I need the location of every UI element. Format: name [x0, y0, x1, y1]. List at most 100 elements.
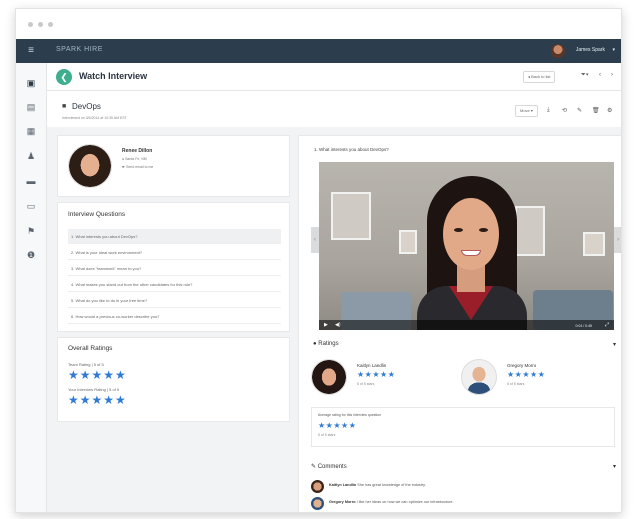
page-header: ❮ Watch Interview ◂ Back to list ⏷▾ ‹ ›	[47, 63, 621, 91]
question-item[interactable]: 2. What is your ideal work environment?	[68, 245, 281, 260]
prev-question-arrow-icon[interactable]: ‹	[311, 227, 319, 253]
user-avatar[interactable]	[551, 44, 565, 58]
wall-frame-small	[399, 230, 417, 254]
your-rating-label: Your Interview Rating | 5 of 5	[68, 387, 120, 392]
download-icon[interactable]: ⤓	[547, 107, 550, 114]
share-icon[interactable]: ⟲	[562, 107, 567, 114]
menu-icon[interactable]: ≡	[25, 45, 37, 57]
question-item[interactable]: 6. How would a previous co-worker descri…	[68, 309, 281, 324]
window-dot-close[interactable]	[28, 22, 33, 27]
comment-body: She has great knowledge of the industry.	[357, 483, 426, 487]
interview-questions-title: Interview Questions	[68, 211, 126, 218]
comment-avatar	[311, 497, 324, 510]
comments-collapse-icon[interactable]: ▾	[613, 463, 616, 470]
rater-avatar	[311, 359, 347, 395]
video-player[interactable]: ▶ ◀) 0:04 / 0:45 ⤢	[319, 162, 614, 330]
window-dot-minimize[interactable]	[38, 22, 43, 27]
wall-frame-left	[331, 192, 371, 240]
video-time: 0:04 / 0:45	[575, 324, 592, 328]
window-dot-maximize[interactable]	[48, 22, 53, 27]
team-rating-stars: ★★★★★	[68, 368, 127, 382]
overall-ratings-title: Overall Ratings	[68, 345, 113, 352]
brand-logo[interactable]: SPARK HIRE	[56, 46, 103, 53]
rater-name: Kaitlyn Landlin	[357, 363, 387, 368]
back-arrow-icon[interactable]: ❮	[56, 69, 72, 85]
sidebar-jobs-icon[interactable]: ▤	[25, 101, 37, 113]
move-select[interactable]: Move ▾	[515, 105, 538, 117]
main-content: Renee Dillon ● Santa Fe, NM ☛ Send email…	[47, 127, 621, 512]
sidebar-calendar-icon[interactable]: ▦	[25, 125, 37, 137]
average-rating-label: Average rating for this interview questi…	[318, 413, 382, 417]
sidebar: ▣ ▤ ▦ ♟ ▬ ▭ ⚑ ❶	[16, 63, 47, 512]
person-face	[443, 198, 499, 270]
sidebar-folder-icon[interactable]: ▬	[25, 175, 37, 187]
wall-frame-right	[515, 206, 545, 256]
next-question-arrow-icon[interactable]: ›	[614, 227, 621, 253]
back-to-list-button[interactable]: ◂ Back to list	[523, 71, 556, 83]
comments-title-text: Comments	[317, 464, 347, 470]
rater-sub: 5 of 5 stars	[507, 382, 525, 386]
video-question-title: 1. What interests you about DevOps?	[314, 147, 389, 152]
question-item[interactable]: 5. What do you like to do in your free t…	[68, 293, 281, 308]
overall-ratings-card: Overall Ratings Team Rating | 5 of 5 ★★★…	[57, 337, 290, 422]
wall-frame-far-right	[583, 232, 605, 256]
prev-interview-icon[interactable]: ‹	[599, 72, 601, 78]
ratings-title-text: Ratings	[318, 341, 339, 347]
briefcase-icon: ■	[62, 103, 67, 110]
candidate-name: Renee Dillon	[122, 148, 153, 154]
next-interview-icon[interactable]: ›	[611, 72, 613, 78]
comment-text: Kaitlyn Landlin She has great knowledge …	[329, 483, 426, 487]
rater-avatar	[461, 359, 497, 395]
question-item[interactable]: 4. What makes you stand out from the oth…	[68, 277, 281, 292]
question-item[interactable]: 1. What interests you about DevOps?	[68, 229, 281, 244]
team-rating-label: Team Rating | 5 of 5	[68, 362, 104, 367]
candidate-card: Renee Dillon ● Santa Fe, NM ☛ Send email…	[57, 135, 290, 197]
sidebar-dashboard-icon[interactable]: ▣	[25, 77, 37, 89]
rater-stars: ★★★★★	[507, 370, 546, 379]
comment-avatar	[311, 480, 324, 493]
person-eye-right	[479, 228, 488, 232]
average-rating-box: Average rating for this interview questi…	[311, 407, 615, 447]
rater-sub: 5 of 5 stars	[357, 382, 375, 386]
video-controls: ▶ ◀) 0:04 / 0:45 ⤢	[319, 320, 614, 330]
your-rating-stars[interactable]: ★★★★★	[68, 394, 127, 406]
average-rating-stars: ★★★★★	[318, 421, 357, 430]
ratings-collapse-icon[interactable]: ▾	[613, 341, 616, 348]
top-navbar: ≡ SPARK HIRE James Spark ▾	[16, 39, 621, 63]
sidebar-flag-icon[interactable]: ⚑	[25, 225, 37, 237]
user-name[interactable]: James Spark	[576, 47, 605, 53]
rater-stars: ★★★★★	[357, 370, 396, 379]
volume-icon[interactable]: ◀)	[335, 322, 341, 328]
comment-author: Gregory Morro	[329, 500, 356, 504]
candidate-avatar	[68, 144, 112, 188]
app-window: ≡ SPARK HIRE James Spark ▾ ▣ ▤ ▦ ♟ ▬ ▭ ⚑…	[15, 8, 622, 513]
window-chrome	[16, 9, 621, 39]
candidate-location: ● Santa Fe, NM	[122, 157, 147, 161]
edit-icon[interactable]: ✎	[577, 107, 582, 114]
comments-title: ✎ Comments	[311, 464, 347, 470]
rater-name: Gregory Morro	[507, 363, 537, 368]
comment-text: Gregory Morro I like her ideas on how we…	[329, 500, 454, 504]
sidebar-people-icon[interactable]: ♟	[25, 150, 37, 162]
user-menu-caret-icon[interactable]: ▾	[612, 47, 615, 53]
person-eye-left	[454, 228, 463, 232]
comment-author: Kaitlyn Landlin	[329, 483, 357, 487]
question-item[interactable]: 3. What does "teamwork" mean to you?	[68, 261, 281, 276]
ratings-title: ● Ratings	[313, 341, 339, 347]
sidebar-inbox-icon[interactable]: ▭	[25, 200, 37, 212]
delete-icon[interactable]: 🗑	[592, 107, 600, 114]
play-icon[interactable]: ▶	[324, 322, 328, 328]
person-smile	[461, 250, 481, 256]
candidate-email-link[interactable]: ☛ Send email to me	[122, 165, 153, 169]
average-rating-sub: 5 of 5 stars	[318, 433, 336, 437]
job-bar: ■ DevOps Interviewed on 3/6/2014 at 10:3…	[47, 91, 621, 127]
sidebar-help-icon[interactable]: ❶	[25, 249, 37, 261]
comment-body: I like her ideas on how we can optimize …	[356, 500, 454, 504]
page-title: Watch Interview	[79, 71, 148, 81]
interview-date: Interviewed on 3/6/2014 at 10:35 AM EST	[62, 116, 127, 120]
interview-questions-card: Interview Questions 1. What interests yo…	[57, 202, 290, 332]
settings-icon[interactable]: ⚙	[607, 107, 612, 114]
fullscreen-icon[interactable]: ⤢	[605, 322, 609, 328]
filter-dropdown-icon[interactable]: ⏷▾	[581, 72, 589, 79]
job-title: DevOps	[72, 102, 101, 111]
